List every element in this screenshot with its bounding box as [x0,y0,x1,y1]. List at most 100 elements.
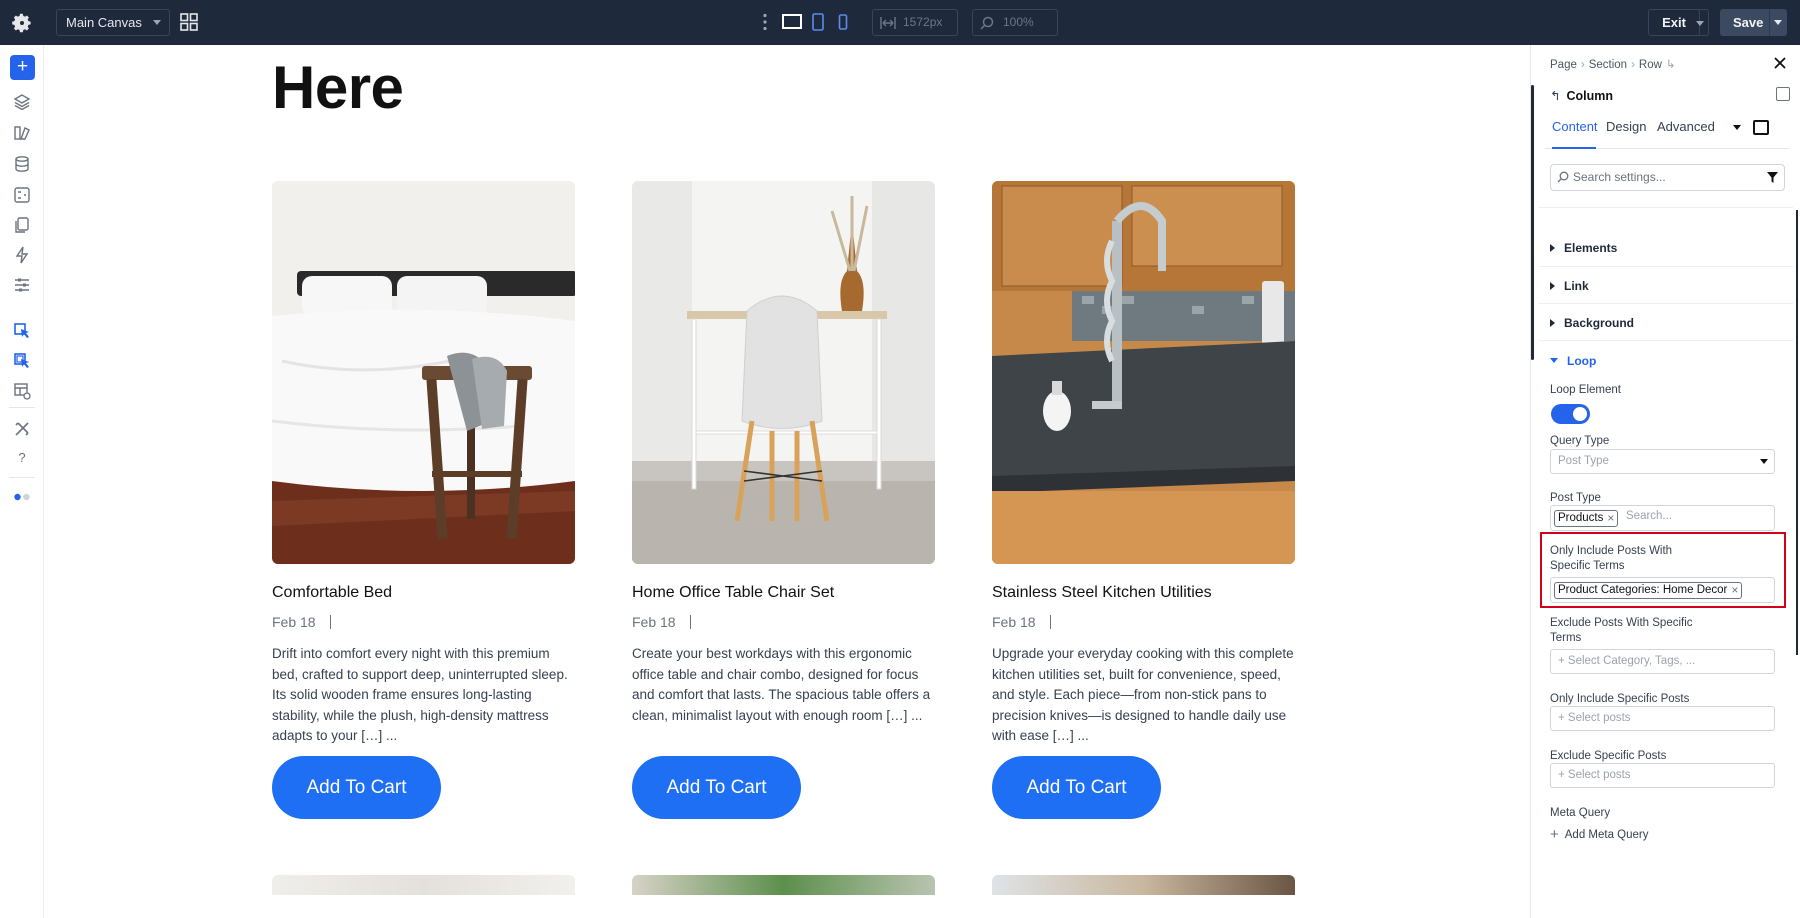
canvas-width-value: 1572px [903,15,943,29]
product-description: Drift into comfort every night with this… [272,646,568,744]
database-icon[interactable] [13,155,31,173]
element-options-icon[interactable] [1776,87,1790,101]
add-to-cart-button[interactable]: Add To Cart [632,756,801,819]
tools-icon[interactable] [13,420,31,438]
search-icon [1557,171,1569,183]
product-card[interactable]: Stainless Steel Kitchen Utilities Feb 18… [992,181,1295,819]
loop-element-toggle[interactable] [1551,404,1590,424]
settings-panel: Page › Section › Row ↳ ↰ Column Content Design… [1530,45,1800,918]
divider [1539,303,1793,304]
section-link[interactable]: Link [1550,279,1589,293]
product-title[interactable]: Comfortable Bed [272,584,575,604]
close-icon[interactable] [1772,55,1788,71]
filter-icon[interactable] [1766,171,1779,184]
add-to-cart-button[interactable]: Add To Cart [992,756,1161,819]
layout-settings-icon[interactable] [13,382,31,400]
responsive-preview-icon[interactable] [1753,120,1769,135]
product-title[interactable]: Stainless Steel Kitchen Utilities [992,584,1295,604]
save-options-chevron-icon[interactable] [1774,20,1782,25]
rail-divider [9,407,35,408]
tablet-view-icon[interactable] [810,13,826,31]
section-elements-label: Elements [1564,241,1618,255]
save-button[interactable]: Save [1720,9,1787,36]
remove-tag-icon[interactable]: × [1731,583,1738,598]
include-posts-select[interactable]: + Select posts [1550,706,1775,731]
canvas-selector[interactable]: Main Canvas [56,9,170,36]
breadcrumb-page[interactable]: Page [1550,59,1577,71]
query-type-value: Post Type [1558,455,1609,467]
section-background[interactable]: Background [1550,316,1634,330]
exit-options-button[interactable] [1692,9,1709,36]
toggle-knob [1573,407,1587,421]
next-product-image[interactable] [272,875,575,895]
product-image-bed[interactable] [272,181,575,564]
next-product-image[interactable] [992,875,1295,895]
post-date: Feb 18 [632,614,676,630]
chevron-down-icon [1696,21,1704,26]
post-type-field[interactable]: Products × Search... [1550,505,1775,531]
section-loop[interactable]: Loop [1550,354,1596,368]
grid-layout-icon[interactable] [180,13,198,31]
post-meta: Feb 18 [272,614,575,634]
back-arrow-icon[interactable]: ↰ [1550,89,1560,103]
chevron-down-icon [1760,459,1768,464]
settings-gear-icon[interactable] [10,11,34,35]
layers-icon[interactable] [13,93,31,111]
save-label: Save [1733,15,1764,30]
sliders-icon[interactable] [13,276,31,294]
more-vertical-icon[interactable] [762,13,768,31]
desktop-view-icon[interactable] [782,13,802,31]
product-card[interactable]: Comfortable Bed Feb 18 Drift into comfor… [272,181,575,819]
left-sidebar: + ? [0,45,44,918]
include-terms-field[interactable]: Product Categories: Home Decor × [1550,577,1775,603]
lightning-icon[interactable] [13,246,31,264]
caret-down-icon [1550,358,1558,363]
toggle-view-icon[interactable] [13,488,31,506]
next-product-image[interactable] [632,875,935,895]
caret-right-icon [1550,244,1555,252]
canvas-width-field[interactable]: 1572px [872,9,958,36]
include-terms-tag-label: Product Categories: Home Decor [1558,584,1728,596]
pages-icon[interactable] [13,216,31,234]
product-card[interactable]: Home Office Table Chair Set Feb 18 Creat… [632,181,935,819]
query-type-select[interactable]: Post Type [1550,449,1775,474]
exclude-terms-select[interactable]: + Select Category, Tags, ... [1550,649,1775,674]
tab-design[interactable]: Design [1606,117,1646,149]
chevron-down-icon[interactable] [1733,125,1741,130]
post-type-tag: Products × [1554,510,1619,527]
product-image-chair[interactable] [632,181,935,564]
post-type-tag-label: Products [1558,512,1604,524]
product-image-kitchen[interactable] [992,181,1295,564]
element-title: ↰ Column [1550,88,1613,103]
mobile-view-icon[interactable] [836,13,850,31]
zoom-field[interactable]: 100% [972,9,1058,36]
tab-advanced[interactable]: Advanced [1657,117,1715,149]
click-cursor-icon[interactable] [13,322,31,340]
settings-search-input[interactable]: Search settings... [1550,164,1785,191]
breadcrumb-section[interactable]: Section [1589,59,1627,71]
design-library-icon[interactable] [13,124,31,142]
post-type-search[interactable]: Search... [1626,510,1672,522]
divider [1539,207,1793,208]
module-icon[interactable] [13,186,31,204]
remove-tag-icon[interactable]: × [1607,511,1614,526]
panel-scrollbar[interactable] [1796,210,1798,655]
section-elements[interactable]: Elements [1550,241,1617,255]
post-meta: Feb 18 [632,614,935,634]
product-title[interactable]: Home Office Table Chair Set [632,584,935,604]
exclude-posts-label: Exclude Specific Posts [1550,750,1667,762]
width-arrows-icon [880,17,896,29]
add-element-button[interactable]: + [10,55,35,80]
caret-right-icon [1550,319,1555,327]
breadcrumb-row[interactable]: Row [1639,59,1662,71]
multi-select-cursor-icon[interactable] [13,352,31,370]
tab-content[interactable]: Content [1552,117,1598,149]
add-meta-query-button[interactable]: + Add Meta Query [1550,826,1649,843]
exclude-posts-select[interactable]: + Select posts [1550,763,1775,788]
panel-resize-handle[interactable] [1531,85,1534,360]
plus-icon: + [1550,826,1559,843]
section-link-label: Link [1564,279,1589,293]
add-to-cart-button[interactable]: Add To Cart [272,756,441,819]
help-icon[interactable]: ? [13,449,31,467]
settings-tabs: Content Design Advanced [1545,117,1789,149]
